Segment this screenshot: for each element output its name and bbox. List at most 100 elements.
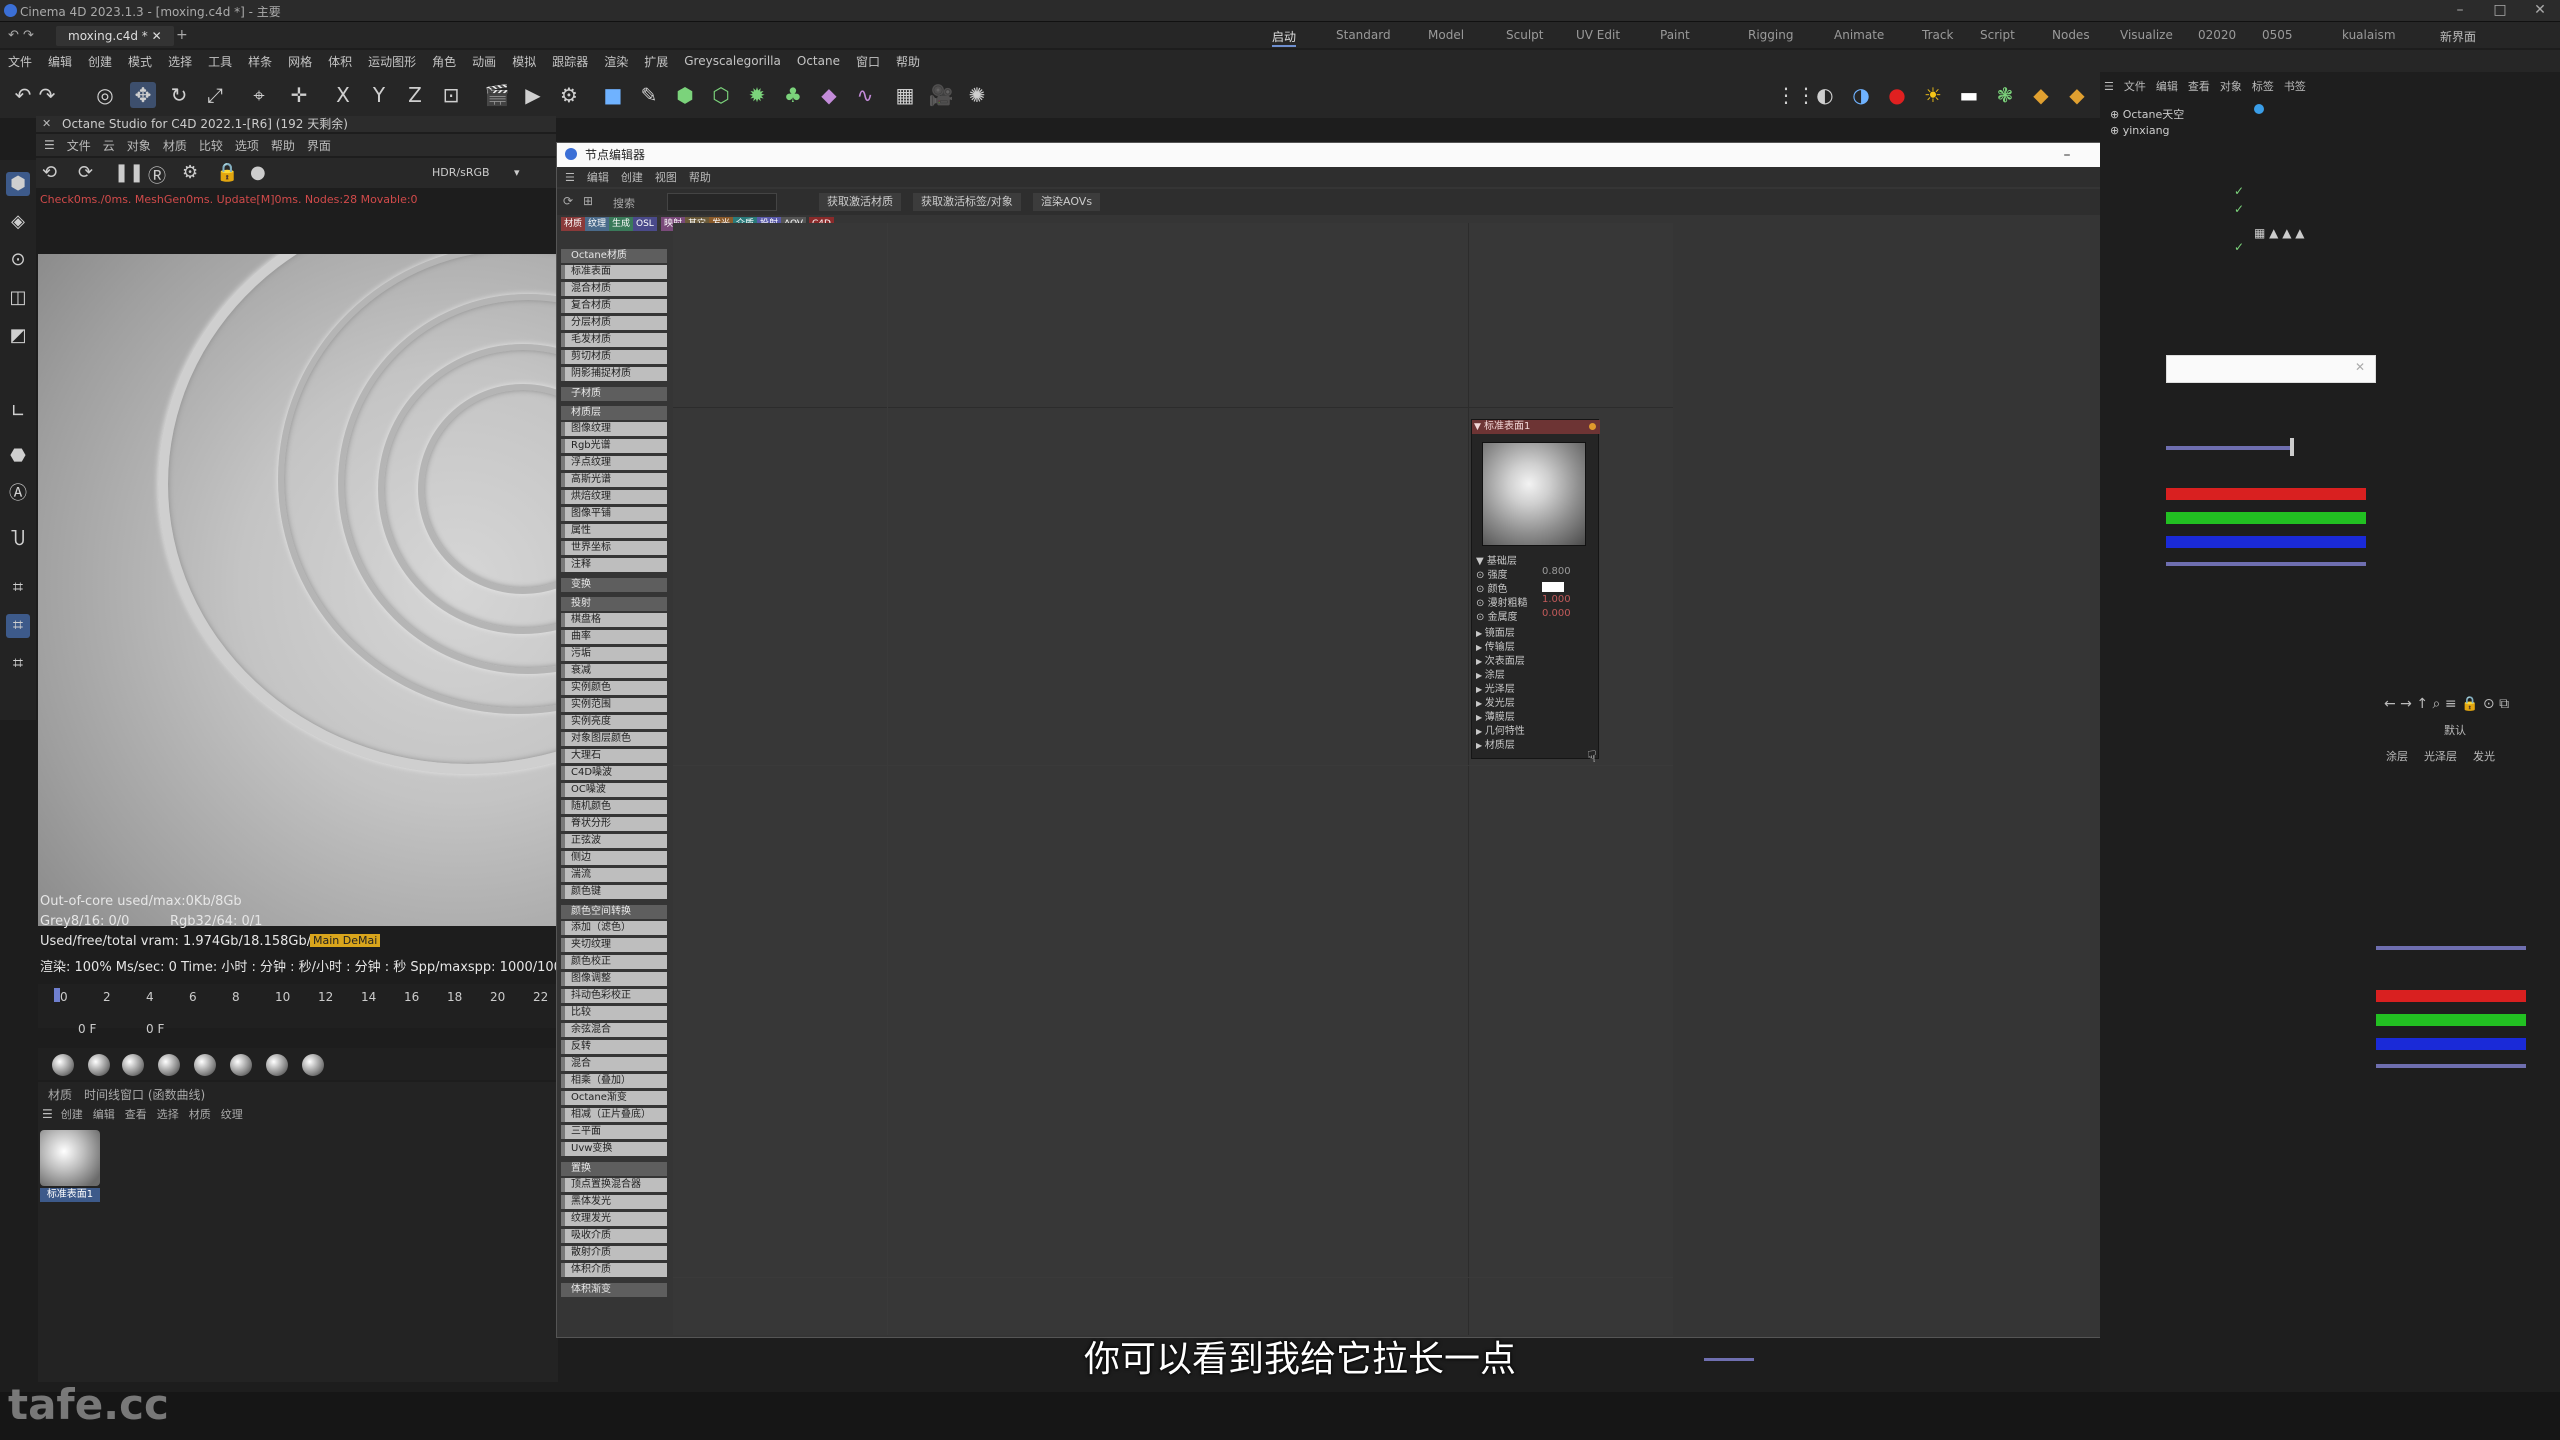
timeline-tick[interactable]: 22 [533,990,548,1004]
layout-tab[interactable]: Script [1980,28,2015,42]
solo-mode-icon[interactable]: Ⓐ [6,482,30,506]
menu-item[interactable]: 模拟 [512,53,536,70]
color-slider-red[interactable] [2166,488,2366,500]
frame-current[interactable]: 0 F [146,1022,164,1036]
expand-arrow-icon[interactable]: ▶ [1476,657,1485,666]
floor-icon[interactable]: ▦ [892,82,918,108]
octane-menu-item[interactable]: 界面 [307,137,331,154]
menu-item[interactable]: 文件 [8,53,32,70]
node-editor-menu-item[interactable]: 帮助 [689,169,711,185]
node-list-item[interactable]: 实例颜色 [561,681,667,695]
layout-tab[interactable]: Track [1922,28,1953,42]
frame-start[interactable]: 0 F [78,1022,96,1036]
standard-surface-node[interactable]: ▼ 标准表面1 ▼ 基础层 ⊙ 强度 0.800 ⊙ 颜色 ⊙ 漫射粗糙 1.000 ⊙ … [1471,419,1600,759]
node-list-item[interactable]: 混合材质 [561,282,667,296]
material-tags-icon[interactable]: ▦ ▲ ▲ ▲ [2254,226,2304,240]
expand-arrow-icon[interactable]: ▶ [1476,685,1485,694]
node-list-item[interactable]: 高斯光谱 [561,473,667,487]
pen-icon[interactable]: ✎ [636,82,662,108]
om-menu-bookmark[interactable]: 书签 [2284,78,2306,94]
node-list-item[interactable]: 分层材质 [561,316,667,330]
polygons-mode-icon[interactable]: ◩ [6,324,30,348]
menu-item[interactable]: 跟踪器 [552,53,588,70]
minimize-icon[interactable]: – [2047,143,2087,167]
color-slider-red[interactable] [2376,990,2526,1002]
new-layout-button[interactable]: 新界面 [2440,28,2476,45]
node-list-item[interactable]: 随机颜色 [561,800,667,814]
attribute-slider[interactable] [2166,446,2292,450]
color-mode-select[interactable]: HDR/sRGB [432,166,490,179]
node-list-item[interactable]: 剪切材质 [561,350,667,364]
node-param[interactable]: ⊙ 金属度 0.000 [1476,608,1571,623]
color-slider-green[interactable] [2376,1014,2526,1026]
octane-light-icon[interactable]: ▬ [1956,82,1982,108]
node-list-item[interactable]: 图像纹理 [561,422,667,436]
field-icon[interactable]: ♣ [780,82,806,108]
material-menu-item[interactable]: 查看 [125,1106,147,1122]
undo-icon[interactable]: ↶ ↷ [8,28,34,43]
node-list-item[interactable]: 反转 [561,1040,667,1054]
cloner-icon[interactable]: ⬡ [708,82,734,108]
node-param[interactable]: ⊙ 颜色 [1476,580,1564,595]
axis-x-icon[interactable]: X [330,82,356,108]
om-menu-edit[interactable]: 编辑 [2156,78,2178,94]
node-list-item[interactable]: 余弦混合 [561,1023,667,1037]
node-list-category[interactable]: 材质层 [561,406,667,420]
node-list-item[interactable]: 颜色键 [561,885,667,899]
close-icon[interactable]: ✕ [2520,2,2560,18]
menu-item[interactable]: 选择 [168,53,192,70]
node-list-item[interactable]: 浮点纹理 [561,456,667,470]
octane-sky-tag-icon[interactable] [2254,104,2264,114]
redo-icon[interactable]: ↷ [34,82,60,108]
octane-camera-icon[interactable]: ● [1884,82,1910,108]
undo-icon[interactable]: ↶ [10,82,36,108]
node-group[interactable]: ▶ 传输层 [1476,638,1515,653]
playhead[interactable] [54,988,60,1002]
output-port-icon[interactable] [1589,423,1596,430]
layout-tab[interactable]: Model [1428,28,1464,42]
node-editor-menu-item[interactable]: 编辑 [587,169,609,185]
node-list-item[interactable]: Octane渐变 [561,1091,667,1105]
checkmark-icon[interactable]: ✓ [2234,240,2244,254]
checkmark-icon[interactable]: ✓ [2234,184,2244,198]
settings-icon[interactable]: ⚙ [182,162,198,183]
octane-object-icon[interactable]: ◆ [2028,82,2054,108]
layout-tab[interactable]: Visualize [2120,28,2173,42]
light-icon[interactable]: ✺ [964,82,990,108]
material-preset-ball[interactable] [158,1054,180,1076]
render-aovs-button[interactable]: 渲染AOVs [1033,193,1101,211]
octane-contrast-icon[interactable]: ◐ [1812,82,1838,108]
node-list-item[interactable]: 脊状分形 [561,817,667,831]
node-list-item[interactable]: 比较 [561,1006,667,1020]
material-name[interactable]: 标准表面1 [40,1188,100,1202]
refresh-icon[interactable]: ⟳ [563,194,573,208]
node-category-tab[interactable]: 材质 [561,217,586,231]
menu-item[interactable]: 角色 [432,53,456,70]
om-menu-view[interactable]: 查看 [2188,78,2210,94]
axis-z-icon[interactable]: Z [402,82,428,108]
material-menu-item[interactable]: 纹理 [221,1106,243,1122]
expand-arrow-icon[interactable]: ▶ [1476,713,1485,722]
color-slider-green[interactable] [2166,512,2366,524]
octane-menu-item[interactable]: 对象 [127,137,151,154]
coord-system-icon[interactable]: ⊡ [438,82,464,108]
grid-icon[interactable]: ⋮⋮ [1776,82,1816,108]
edges-mode-icon[interactable]: ◫ [6,286,30,310]
node-param-value[interactable]: 0.800 [1542,566,1571,577]
chevron-down-icon[interactable]: ▾ [514,166,520,179]
menu-item[interactable]: Greyscalegorilla [684,54,781,68]
deformer-icon[interactable]: ✹ [744,82,770,108]
menu-item[interactable]: Octane [797,54,840,68]
snap-icon[interactable]: ⌖ [246,82,272,108]
timeline-tick[interactable]: 6 [189,990,197,1004]
workplane-icon[interactable]: ⌗ [6,576,30,600]
node-list-item[interactable]: 棋盘格 [561,613,667,627]
timeline-tick[interactable]: 0 [60,990,68,1004]
color-slider-blue[interactable] [2166,536,2366,548]
close-icon[interactable]: ✕ [2355,360,2365,374]
node-canvas[interactable] [673,223,1673,1335]
render-view-icon[interactable]: 🎬 [484,82,510,108]
node-group[interactable]: ▶ 光泽层 [1476,680,1515,695]
layout-tab[interactable]: UV Edit [1576,28,1620,42]
material-manager-tab[interactable]: 时间线窗口 (函数曲线) [84,1086,205,1103]
